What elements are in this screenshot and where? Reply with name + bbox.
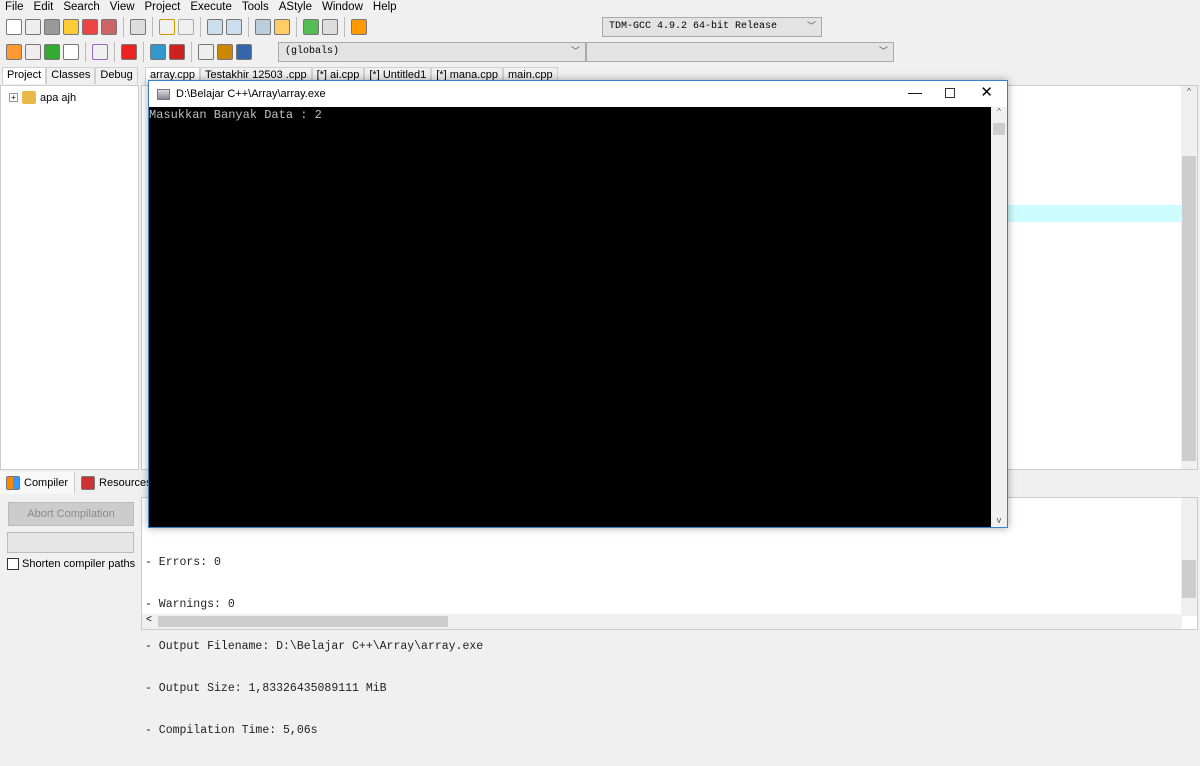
tree-item[interactable]: + apa ajh: [9, 91, 76, 104]
compiler-icon: [6, 476, 20, 490]
menu-search[interactable]: Search: [58, 0, 104, 15]
new-class-icon[interactable]: [198, 44, 214, 60]
add-member-icon[interactable]: [217, 44, 233, 60]
undo-icon[interactable]: [159, 19, 175, 35]
tab-resources-label: Resources: [99, 477, 152, 489]
console-output: Masukkan Banyak Data : 2: [149, 108, 322, 122]
tab-classes[interactable]: Classes: [46, 67, 96, 84]
resources-icon: [81, 476, 96, 490]
menu-help[interactable]: Help: [368, 0, 402, 15]
scroll-thumb[interactable]: [993, 123, 1005, 135]
scroll-thumb[interactable]: [158, 616, 448, 627]
tab-debug[interactable]: Debug: [95, 67, 138, 84]
stop-icon[interactable]: [121, 44, 137, 60]
close-icon[interactable]: [82, 19, 98, 35]
editor-vertical-scrollbar[interactable]: ^: [1181, 86, 1197, 469]
menu-project[interactable]: Project: [140, 0, 186, 15]
menu-bar: File Edit Search View Project Execute To…: [0, 0, 1200, 15]
toggle-icon[interactable]: [25, 44, 41, 60]
compilation-progress-bar: [7, 532, 134, 553]
main-toolbar: [0, 15, 367, 39]
project-icon: [22, 91, 36, 104]
log-line: - Output Size: 1,83326435089111 MiB: [145, 682, 387, 695]
console-scrollbar[interactable]: ^ v: [991, 107, 1007, 527]
log-line: - Output Filename: D:\Belajar C++\Array\…: [145, 640, 484, 653]
menu-tools[interactable]: Tools: [237, 0, 274, 15]
menu-window[interactable]: Window: [317, 0, 368, 15]
console-app-icon: [157, 88, 170, 100]
menu-edit[interactable]: Edit: [29, 0, 59, 15]
chevron-down-icon: ﹀: [878, 47, 888, 57]
add-to-project-icon[interactable]: [303, 19, 319, 35]
chevron-down-icon: ﹀: [806, 22, 816, 32]
grid-icon[interactable]: [63, 44, 79, 60]
astyle-icon[interactable]: [351, 19, 367, 35]
scope-select-value: (globals): [285, 46, 340, 57]
menu-execute[interactable]: Execute: [185, 0, 237, 15]
compiler-select[interactable]: TDM-GCC 4.9.2 64-bit Release ﹀: [602, 17, 822, 37]
scroll-thumb[interactable]: [1182, 560, 1196, 598]
bookmark-icon[interactable]: [236, 44, 252, 60]
abort-compilation-button[interactable]: Abort Compilation: [8, 502, 134, 526]
close-all-icon[interactable]: [101, 19, 117, 35]
remove-from-project-icon[interactable]: [322, 19, 338, 35]
save-icon[interactable]: [44, 19, 60, 35]
indent-icon[interactable]: [255, 19, 271, 35]
minimize-icon[interactable]: —: [908, 84, 922, 100]
console-title-bar[interactable]: D:\Belajar C++\Array\array.exe — ✕: [149, 81, 1007, 107]
shorten-paths-label: Shorten compiler paths: [22, 558, 136, 570]
scroll-up-icon[interactable]: ^: [1181, 86, 1197, 96]
insert-icon[interactable]: [6, 44, 22, 60]
menu-file[interactable]: File: [0, 0, 29, 15]
project-tree: + apa ajh: [0, 85, 139, 470]
maximize-icon[interactable]: [945, 88, 955, 98]
log-horizontal-scrollbar[interactable]: <: [142, 614, 1182, 629]
open-file-icon[interactable]: [25, 19, 41, 35]
scroll-left-icon[interactable]: <: [146, 614, 152, 625]
left-panel-tabs: Project Classes Debug: [2, 67, 138, 84]
console-title: D:\Belajar C++\Array\array.exe: [176, 88, 326, 100]
menu-astyle[interactable]: AStyle: [274, 0, 317, 15]
scroll-down-icon[interactable]: v: [991, 515, 1007, 525]
log-vertical-scrollbar[interactable]: [1181, 498, 1197, 616]
expand-icon[interactable]: +: [9, 93, 18, 102]
close-icon[interactable]: ✕: [980, 83, 993, 101]
check-icon[interactable]: [92, 44, 108, 60]
console-window[interactable]: D:\Belajar C++\Array\array.exe — ✕ Masuk…: [148, 80, 1008, 528]
new-file-icon[interactable]: [6, 19, 22, 35]
redo-icon[interactable]: [178, 19, 194, 35]
delete-profile-icon[interactable]: [169, 44, 185, 60]
scope-select[interactable]: (globals) ﹀: [278, 42, 586, 62]
current-line-highlight: [1002, 205, 1182, 222]
tab-project[interactable]: Project: [2, 67, 47, 84]
chevron-down-icon: ﹀: [570, 47, 580, 57]
log-line: - Warnings: 0: [145, 598, 235, 611]
log-line: - Errors: 0: [145, 556, 221, 569]
goto-icon[interactable]: [44, 44, 60, 60]
project-name: apa ajh: [40, 91, 77, 104]
compiler-select-value: TDM-GCC 4.9.2 64-bit Release: [609, 21, 778, 32]
log-line: - Compilation Time: 5,06s: [145, 724, 318, 737]
tab-compiler[interactable]: Compiler: [0, 472, 76, 494]
save-all-icon[interactable]: [63, 19, 79, 35]
scroll-up-icon[interactable]: ^: [991, 107, 1007, 116]
secondary-toolbar: [0, 40, 252, 64]
tab-compiler-label: Compiler: [24, 477, 69, 489]
unindent-icon[interactable]: [274, 19, 290, 35]
replace-icon[interactable]: [226, 19, 242, 35]
member-select[interactable]: ﹀: [586, 42, 894, 62]
chart-icon[interactable]: [150, 44, 166, 60]
shorten-paths-checkbox[interactable]: Shorten compiler paths: [7, 558, 135, 570]
scroll-thumb[interactable]: [1182, 156, 1196, 461]
menu-view[interactable]: View: [105, 0, 140, 15]
find-icon[interactable]: [207, 19, 223, 35]
print-icon[interactable]: [130, 19, 146, 35]
tab-resources[interactable]: Resources: [75, 472, 158, 494]
checkbox-icon[interactable]: [7, 558, 19, 570]
